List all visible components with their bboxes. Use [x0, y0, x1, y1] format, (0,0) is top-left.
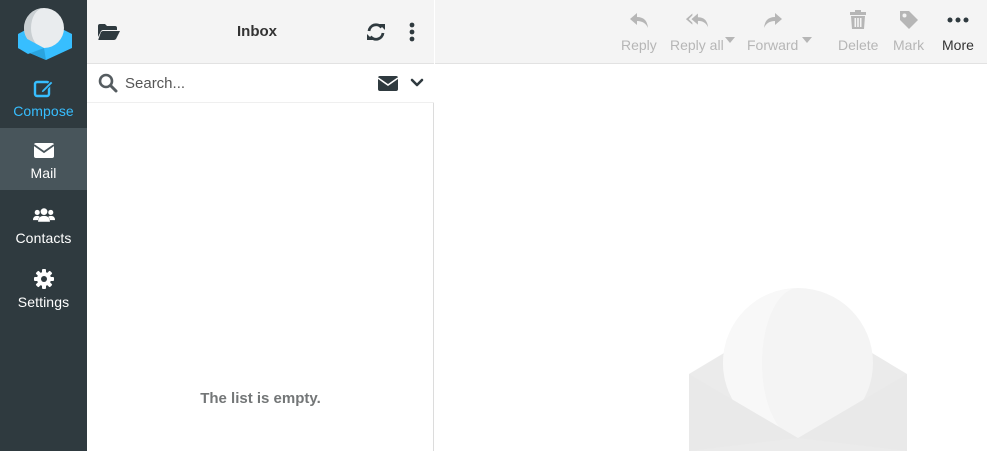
forward-icon: [761, 9, 785, 31]
nav-settings-label: Settings: [17, 294, 70, 310]
main-navigation: Compose Mail Contacts Settings: [0, 0, 87, 451]
search-input[interactable]: [125, 71, 365, 95]
search-scope-envelope-icon[interactable]: [377, 75, 399, 92]
reply-all-label: Reply all: [670, 37, 724, 53]
list-header: Inbox: [87, 0, 434, 64]
nav-settings[interactable]: Settings: [0, 257, 87, 319]
message-toolbar: Reply Reply all Forward Delete Mark More: [435, 0, 987, 64]
users-icon: [32, 205, 55, 225]
delete-label: Delete: [838, 37, 879, 53]
forward-dropdown-icon[interactable]: [802, 30, 812, 43]
reply-all-button[interactable]: Reply all: [670, 9, 724, 57]
nav-compose-label: Compose: [13, 103, 74, 119]
compose-icon: [33, 78, 55, 98]
search-icon: [98, 73, 118, 93]
more-label: More: [942, 37, 974, 53]
reply-all-icon: [685, 9, 709, 31]
reply-icon: [627, 9, 651, 31]
message-content-panel: Reply Reply all Forward Delete Mark More: [435, 0, 987, 451]
nav-mail-label: Mail: [30, 165, 57, 181]
forward-label: Forward: [747, 37, 799, 53]
ellipsis-icon: [946, 9, 970, 31]
trash-icon: [846, 9, 870, 31]
more-button[interactable]: More: [942, 9, 974, 57]
app-logo[interactable]: [14, 4, 74, 62]
logo-icon: [18, 8, 72, 60]
message-list-panel: Inbox Search... The list is empty.: [87, 0, 434, 451]
mark-label: Mark: [893, 37, 925, 53]
envelope-icon: [32, 140, 55, 160]
reply-button[interactable]: Reply: [621, 9, 657, 57]
folder-title: Inbox: [237, 23, 277, 40]
search-bar: [87, 64, 434, 103]
nav-compose[interactable]: Compose: [0, 66, 87, 128]
nav-contacts-label: Contacts: [15, 230, 72, 246]
tag-icon: [897, 9, 921, 31]
delete-button[interactable]: Delete: [838, 9, 878, 57]
mark-button[interactable]: Mark: [893, 9, 924, 57]
empty-list-message: The list is empty.: [200, 390, 321, 407]
folder-icon[interactable]: [97, 22, 121, 42]
nav-mail[interactable]: Mail: [0, 128, 87, 190]
list-options-icon[interactable]: [405, 21, 419, 43]
forward-button[interactable]: Forward: [747, 9, 798, 57]
gear-icon: [33, 269, 55, 289]
reply-all-dropdown-icon[interactable]: [725, 30, 735, 43]
refresh-icon[interactable]: [365, 21, 387, 43]
reply-label: Reply: [621, 37, 657, 53]
nav-contacts[interactable]: Contacts: [0, 193, 87, 255]
empty-mail-watermark: [689, 288, 907, 451]
chevron-down-icon[interactable]: [410, 76, 424, 90]
